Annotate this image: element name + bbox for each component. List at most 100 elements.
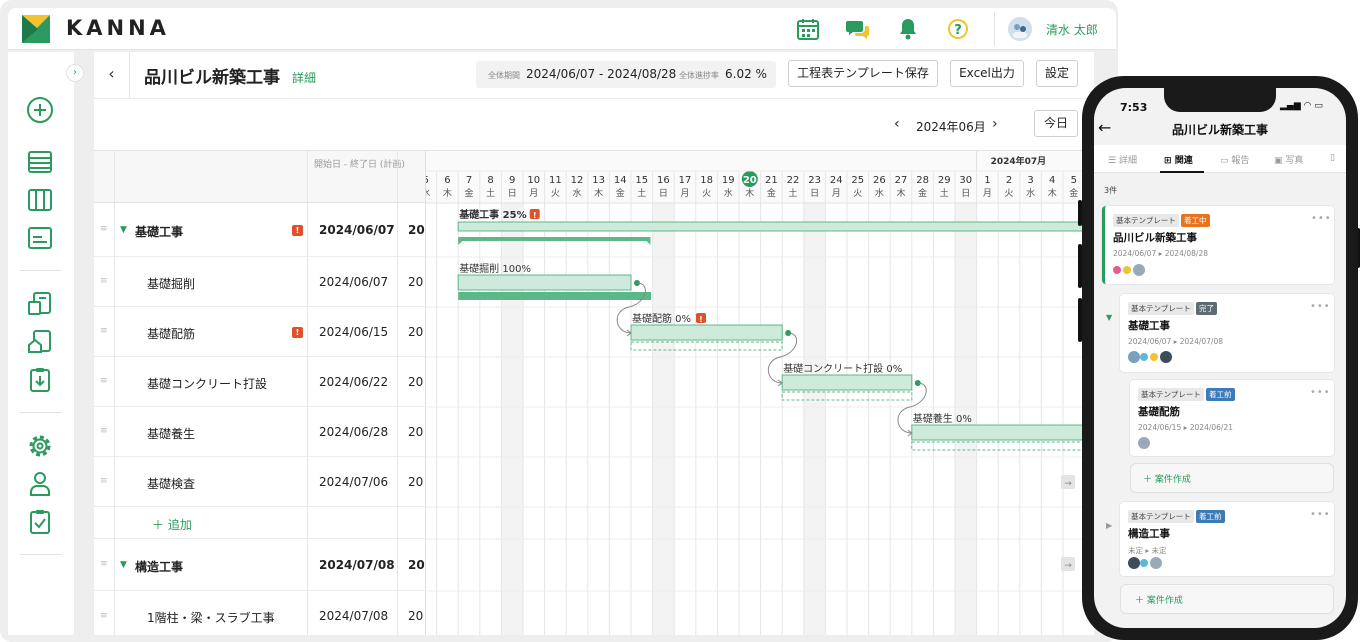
- expand-caret-icon[interactable]: ▶: [1106, 521, 1112, 530]
- weekday-label: 水: [572, 187, 581, 199]
- gantt-bar[interactable]: [457, 274, 632, 291]
- template-badge: 基本テンプレート: [1128, 302, 1194, 315]
- house-doc-icon[interactable]: [26, 328, 54, 356]
- building-doc-icon[interactable]: [26, 290, 54, 318]
- task-row[interactable]: ≡ 1階柱・梁・スラブ工事 2024/07/08 20: [94, 591, 425, 635]
- progress-value: 6.02 %: [725, 67, 767, 81]
- drag-handle-icon[interactable]: ≡: [100, 559, 108, 569]
- weekday-label: 月: [529, 188, 538, 199]
- active-tab-indicator: [1160, 171, 1204, 173]
- task-row[interactable]: ≡ 基礎養生 2024/06/28 20: [94, 407, 425, 457]
- weekday-label: 火: [853, 188, 862, 199]
- card-icon[interactable]: [26, 224, 54, 252]
- drag-handle-icon[interactable]: ≡: [100, 326, 108, 336]
- project-card[interactable]: 基本テンプレート 着工中 ••• 品川ビル新築工事 2024/06/07 ▸ 2…: [1102, 206, 1334, 284]
- task-end-date: 20: [408, 558, 425, 572]
- drag-handle-icon[interactable]: ≡: [100, 376, 108, 386]
- prev-month-button[interactable]: ‹: [894, 116, 900, 132]
- create-project-button[interactable]: ＋ 案件作成: [1120, 584, 1334, 614]
- create-project-button[interactable]: ＋ 案件作成: [1130, 463, 1334, 493]
- period-value: 2024/06/07 - 2024/08/28: [526, 67, 677, 81]
- drag-handle-icon[interactable]: ≡: [100, 476, 108, 486]
- next-month-button[interactable]: ›: [992, 116, 998, 132]
- day-number: 26: [873, 175, 886, 186]
- weekday-label: 月: [680, 188, 689, 199]
- nav-expand-toggle[interactable]: ›: [66, 64, 84, 82]
- task-row[interactable]: ≡ 基礎検査 2024/07/06 20: [94, 457, 425, 507]
- project-card[interactable]: 基本テンプレート 着工前 ••• 基礎配筋 2024/06/15 ▸ 2024/…: [1130, 380, 1334, 456]
- drag-handle-icon[interactable]: ≡: [100, 426, 108, 436]
- gantt-bar-progress[interactable]: [458, 237, 651, 245]
- task-row[interactable]: ≡ ▼ 構造工事 2024/07/08 20: [94, 539, 425, 591]
- day-number: 2: [1006, 175, 1012, 186]
- today-button[interactable]: 今日: [1034, 110, 1078, 137]
- project-card[interactable]: 基本テンプレート 着工前 ••• 構造工事 未定 ▸ 未定: [1120, 502, 1334, 576]
- add-task-row[interactable]: ＋ 追加: [94, 507, 425, 539]
- tab-photo[interactable]: ▣ 写真: [1274, 153, 1303, 166]
- save-template-button[interactable]: 工程表テンプレート保存: [788, 60, 938, 87]
- checklist-icon[interactable]: [26, 508, 54, 536]
- tab-detail[interactable]: ☰ 詳細: [1108, 153, 1137, 166]
- settings-button[interactable]: 設定: [1036, 60, 1078, 87]
- gantt-bar[interactable]: [781, 374, 913, 391]
- weekday-label: 土: [486, 187, 495, 199]
- drag-handle-icon[interactable]: ≡: [100, 224, 108, 234]
- card-title: 基礎工事: [1128, 320, 1170, 332]
- warning-icon: !: [292, 327, 303, 338]
- task-table: 開始日 - 終了日 (計画) ≡ ▼ 基礎工事 ! 2024/06/07 20 …: [94, 150, 425, 635]
- user-name[interactable]: 清水 太郎: [1046, 21, 1098, 38]
- task-name: 基礎配筋: [147, 327, 196, 341]
- day-number: 23: [808, 175, 821, 186]
- expand-caret-icon[interactable]: ▼: [1106, 313, 1112, 322]
- day-number: 9: [509, 175, 515, 186]
- project-card[interactable]: 基本テンプレート 完了 ••• 基礎工事 2024/06/07 ▸ 2024/0…: [1120, 294, 1334, 372]
- collapse-caret-icon[interactable]: ▼: [120, 225, 127, 235]
- tab-report[interactable]: ▭ 報告: [1220, 153, 1249, 166]
- more-menu-icon[interactable]: •••: [1311, 213, 1332, 224]
- user-avatar[interactable]: [1008, 17, 1032, 41]
- task-row[interactable]: ≡ 基礎コンクリート打設 2024/06/22 20: [94, 357, 425, 407]
- task-start-date: 2024/06/07: [319, 275, 389, 289]
- drag-handle-icon[interactable]: ≡: [100, 611, 108, 621]
- add-icon[interactable]: [26, 96, 54, 124]
- bar-label: 基礎養生 0%: [913, 412, 972, 425]
- gantt-bar[interactable]: [630, 324, 783, 341]
- avatar: [1150, 353, 1158, 361]
- more-menu-icon[interactable]: •••: [1310, 509, 1331, 520]
- clipboard-download-icon[interactable]: [26, 366, 54, 394]
- mobile-phone-frame: 7:53 ▂▄▆ ◠ ▭ ← 品川ビル新築工事 ☰ 詳細 ⊞ 関連 ▭ 報告 ▣…: [1082, 76, 1358, 640]
- add-task-button[interactable]: ＋ 追加: [152, 516, 192, 533]
- back-button[interactable]: ‹: [94, 52, 130, 98]
- person-icon[interactable]: [26, 470, 54, 498]
- weekday-label: 日: [810, 188, 819, 199]
- collapse-caret-icon[interactable]: ▼: [120, 560, 127, 570]
- task-row[interactable]: ≡ 基礎配筋 ! 2024/06/15 20: [94, 307, 425, 357]
- tab-more-icon[interactable]: ▯: [1330, 153, 1335, 163]
- gantt-canvas[interactable]: 5水6木7金8土9日10月11火12水13木14金15土16日17月18火19水…: [425, 151, 1094, 635]
- bar-label: 基礎工事 25%: [458, 208, 526, 221]
- gear-icon[interactable]: [26, 432, 54, 460]
- card-dates: 2024/06/07 ▸ 2024/08/28: [1113, 249, 1208, 258]
- tab-related[interactable]: ⊞ 関連: [1164, 153, 1193, 166]
- task-name: 構造工事: [135, 560, 184, 574]
- more-menu-icon[interactable]: •••: [1310, 301, 1331, 312]
- kanna-logo-icon[interactable]: [22, 15, 50, 43]
- bell-icon[interactable]: [896, 17, 920, 41]
- gantt-bar-summary[interactable]: [457, 221, 1086, 232]
- chat-icon[interactable]: [846, 17, 870, 41]
- task-start-date: 2024/06/28: [319, 425, 389, 439]
- list-icon[interactable]: [26, 148, 54, 176]
- drag-handle-icon[interactable]: ≡: [100, 276, 108, 286]
- task-row[interactable]: ≡ 基礎掘削 2024/06/07 20: [94, 257, 425, 307]
- avatar: [1113, 266, 1121, 274]
- day-number: 15: [635, 175, 648, 186]
- excel-export-button[interactable]: Excel出力: [950, 60, 1024, 87]
- calendar-icon[interactable]: [796, 17, 820, 41]
- detail-link[interactable]: 詳細: [292, 69, 316, 86]
- board-icon[interactable]: [26, 186, 54, 214]
- more-menu-icon[interactable]: •••: [1310, 387, 1331, 398]
- help-icon[interactable]: ?: [946, 17, 970, 41]
- task-row[interactable]: ≡ ▼ 基礎工事 ! 2024/06/07 20: [94, 203, 425, 257]
- status-badge: 着工前: [1196, 510, 1225, 523]
- gantt-bar[interactable]: [911, 424, 1086, 441]
